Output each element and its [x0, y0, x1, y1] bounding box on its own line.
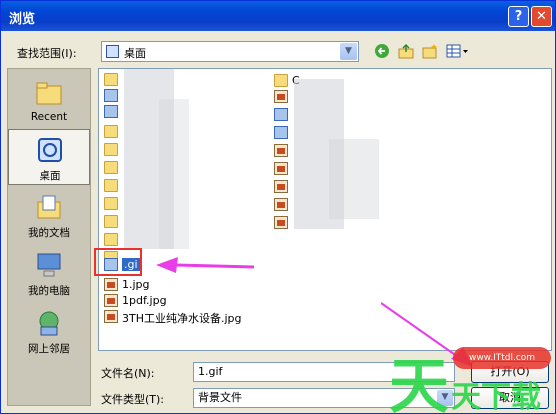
lookin-label: 查找范围(I): — [17, 47, 77, 60]
network-icon — [104, 105, 118, 118]
documents-icon — [37, 195, 61, 219]
image-file-icon — [274, 180, 288, 193]
chevron-down-icon[interactable]: ▼ — [340, 43, 357, 60]
svg-text:天下载: 天下载 — [451, 380, 541, 414]
list-item[interactable] — [274, 125, 294, 141]
place-my-computer[interactable]: 我的电脑 — [8, 245, 90, 301]
svg-text:天: 天 — [389, 352, 449, 414]
list-item[interactable] — [274, 197, 294, 213]
desktop-small-icon — [106, 45, 119, 58]
image-file-icon — [274, 90, 288, 103]
place-my-documents[interactable]: 我的文档 — [8, 187, 90, 243]
folder-icon — [104, 233, 118, 246]
image-file-icon — [104, 294, 118, 307]
place-network[interactable]: 网上邻居 — [8, 303, 90, 359]
folder-icon — [104, 179, 118, 192]
image-file-icon — [274, 126, 288, 139]
view-menu-icon[interactable] — [445, 43, 471, 61]
back-icon[interactable] — [373, 43, 391, 61]
recent-folder-icon — [36, 82, 62, 105]
watermark-badge: www.ITtdl.com — [453, 347, 551, 369]
blurred-region — [159, 99, 189, 249]
list-item[interactable] — [274, 215, 294, 231]
place-label: 桌面 — [39, 170, 61, 182]
new-folder-icon[interactable] — [421, 43, 439, 61]
list-item[interactable] — [274, 107, 294, 123]
folder-icon — [104, 161, 118, 174]
close-button[interactable]: ✕ — [531, 6, 552, 27]
folder-icon — [104, 143, 118, 156]
list-item[interactable] — [274, 161, 294, 177]
file-name: 1.jpg — [122, 278, 150, 291]
list-item[interactable]: 3TH工业纯净水设备.jpg — [104, 309, 304, 325]
place-label: Recent — [30, 111, 68, 123]
place-label: 我的文档 — [28, 227, 70, 239]
image-file-icon — [274, 108, 288, 121]
image-file-icon — [274, 144, 288, 157]
network-icon — [39, 311, 59, 336]
lookin-value: 桌面 — [124, 47, 146, 60]
file-name: 1pdf.jpg — [122, 294, 167, 307]
browse-dialog: 浏览 ? ✕ 查找范围(I): 桌面 ▼ Recent 桌面 我的文档 我的电脑… — [0, 0, 556, 414]
window-title: 浏览 — [9, 12, 36, 27]
highlight-box — [94, 248, 142, 276]
places-bar: Recent 桌面 我的文档 我的电脑 网上邻居 — [7, 68, 91, 406]
folder-icon — [104, 73, 118, 86]
folder-icon — [104, 125, 118, 138]
place-label: 我的电脑 — [28, 285, 70, 297]
annotation-arrow — [156, 257, 254, 273]
list-item[interactable] — [274, 143, 294, 159]
lookin-combo[interactable]: 桌面 ▼ — [101, 41, 359, 62]
filetype-label: 文件类型(T): — [101, 393, 165, 406]
watermark-logo: 天 天下载 — [389, 352, 541, 414]
list-item[interactable] — [274, 89, 294, 105]
help-button[interactable]: ? — [508, 6, 529, 27]
computer-icon — [104, 89, 118, 102]
desktop-icon — [38, 138, 62, 162]
blurred-region — [329, 139, 379, 219]
image-file-icon — [104, 278, 118, 291]
list-item[interactable]: 1.jpg — [104, 277, 304, 293]
up-folder-icon[interactable] — [397, 43, 415, 61]
filetype-value: 背景文件 — [198, 391, 242, 404]
image-file-icon — [274, 162, 288, 175]
title-bar: 浏览 ? ✕ — [1, 1, 555, 31]
file-list[interactable]: .gi 1.jpg 1pdf.jpg 3TH工业纯净水设备.jpg C — [98, 68, 552, 351]
place-desktop[interactable]: 桌面 — [8, 129, 90, 185]
image-file-icon — [274, 216, 288, 229]
computer-icon — [37, 253, 61, 277]
place-label: 网上邻居 — [28, 343, 70, 355]
place-recent[interactable]: Recent — [8, 73, 90, 129]
filename-label: 文件名(N): — [101, 367, 155, 380]
folder-icon — [274, 74, 288, 87]
list-item[interactable] — [274, 179, 294, 195]
file-name: 3TH工业纯净水设备.jpg — [122, 312, 242, 325]
folder-icon — [104, 197, 118, 210]
list-item[interactable]: 1pdf.jpg — [104, 293, 304, 309]
image-file-icon — [104, 310, 118, 323]
image-file-icon — [274, 198, 288, 211]
folder-icon — [104, 215, 118, 228]
